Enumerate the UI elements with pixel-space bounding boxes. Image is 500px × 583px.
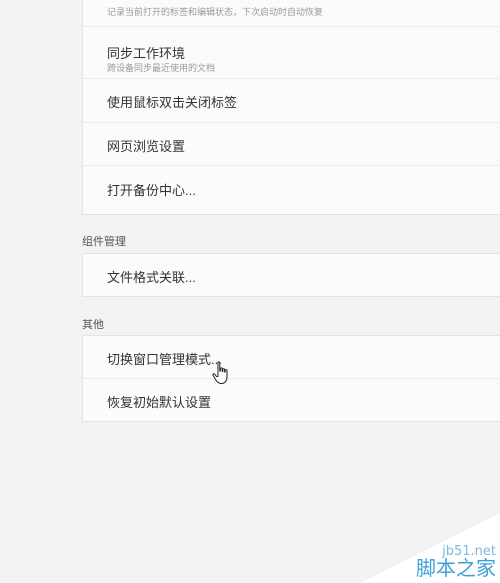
sync-workspace-description: 跨设备同步最近使用的文档: [107, 63, 216, 73]
file-association-row[interactable]: 文件格式关联...: [83, 254, 500, 296]
section-label-other: 其他: [82, 319, 104, 331]
settings-card-components: 文件格式关联...: [82, 253, 500, 297]
section-label-component-management: 组件管理: [82, 236, 126, 248]
settings-card-other: 切换窗口管理模式... 恢复初始默认设置: [82, 335, 500, 422]
switch-window-mode-label: 切换窗口管理模式...: [107, 352, 222, 367]
watermark: jb51.net 脚本之家: [360, 513, 500, 583]
sync-workspace-row[interactable]: 同步工作环境 跨设备同步最近使用的文档: [83, 27, 500, 79]
open-backup-center-row[interactable]: 打开备份中心...: [83, 166, 500, 214]
switch-window-mode-row[interactable]: 切换窗口管理模式...: [83, 336, 500, 379]
restore-defaults-row[interactable]: 恢复初始默认设置: [83, 379, 500, 421]
web-browsing-settings-row[interactable]: 网页浏览设置: [83, 123, 500, 166]
sync-workspace-label: 同步工作环境: [107, 46, 186, 61]
web-browsing-settings-label: 网页浏览设置: [107, 139, 186, 154]
hand-pointer-cursor-icon: [212, 361, 234, 385]
restore-session-row[interactable]: 记录当前打开的标签和编辑状态，下次启动时自动恢复: [83, 0, 500, 27]
restore-defaults-label: 恢复初始默认设置: [107, 395, 212, 410]
settings-card-general: 记录当前打开的标签和编辑状态，下次启动时自动恢复 同步工作环境 跨设备同步最近使…: [82, 0, 500, 215]
double-click-close-tab-row[interactable]: 使用鼠标双击关闭标签: [83, 79, 500, 123]
double-click-close-tab-label: 使用鼠标双击关闭标签: [107, 95, 238, 110]
watermark-name: 脚本之家: [416, 556, 496, 580]
open-backup-center-label: 打开备份中心...: [107, 183, 196, 198]
restore-session-description: 记录当前打开的标签和编辑状态，下次启动时自动恢复: [107, 7, 324, 17]
file-association-label: 文件格式关联...: [107, 270, 196, 285]
